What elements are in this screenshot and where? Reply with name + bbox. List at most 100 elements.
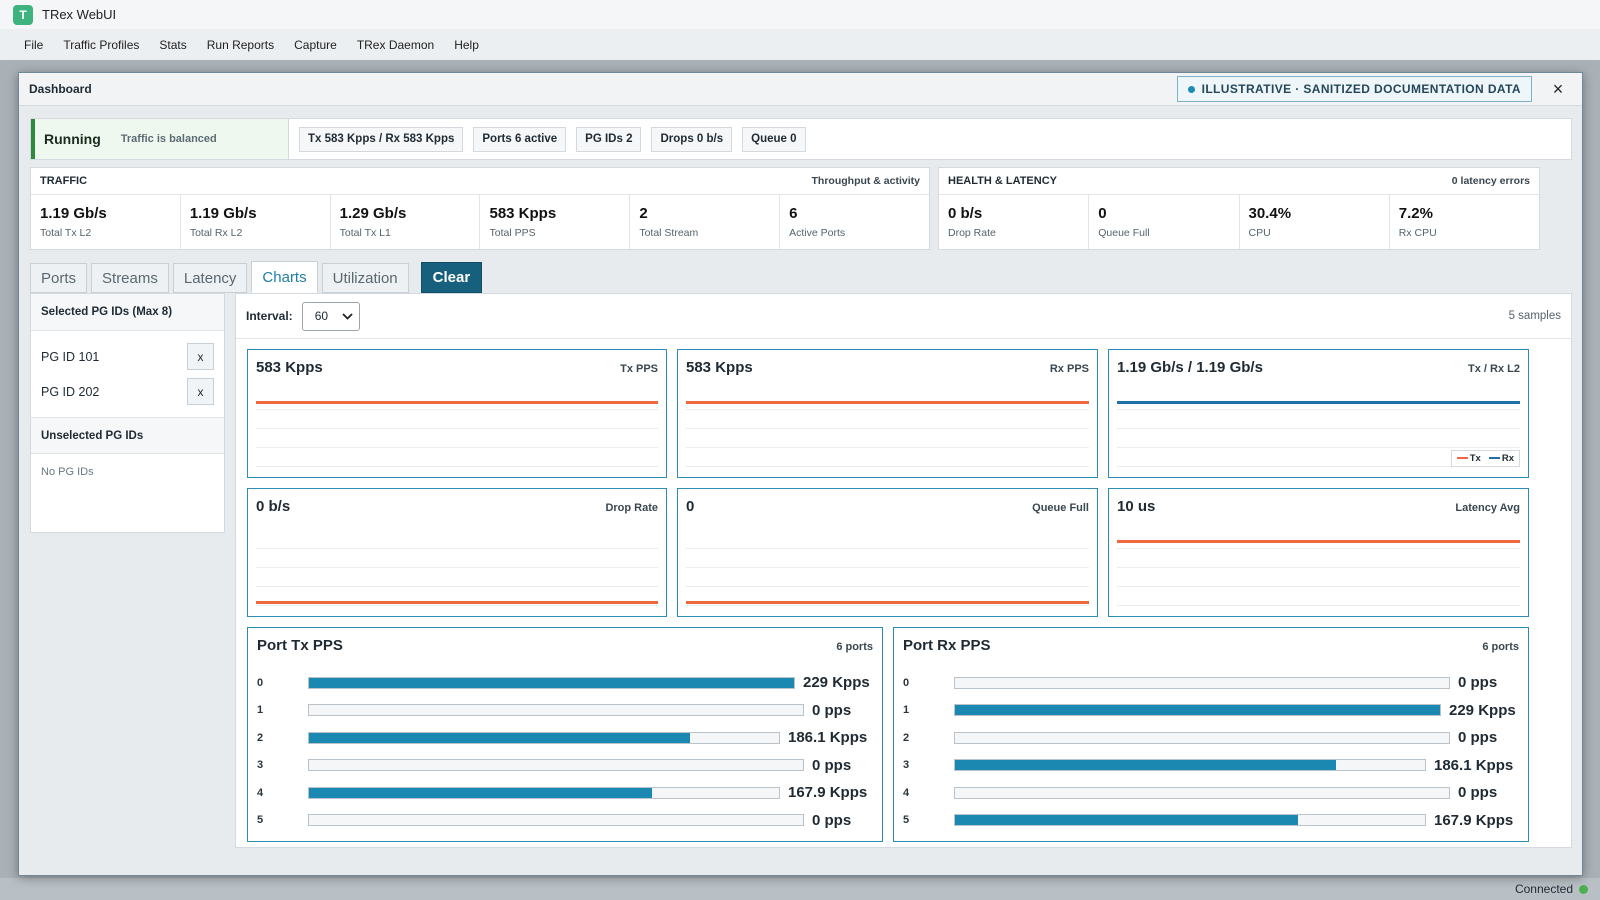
- metric-label: Queue Full: [1098, 227, 1150, 239]
- remove-pgid-button[interactable]: x: [187, 343, 214, 370]
- port-bar-track: [954, 704, 1441, 717]
- gridline: [1117, 447, 1520, 448]
- metric-total-rx-l2: 1.19 Gb/s Total Rx L2: [181, 195, 331, 249]
- metric-cpu: 30.4% CPU: [1240, 195, 1390, 249]
- pgid-label: PG ID 202: [41, 384, 100, 399]
- gridline: [256, 428, 658, 429]
- port-bar-row: 1 229 Kpps: [903, 697, 1519, 725]
- chart-legend: Tx Rx: [1450, 450, 1520, 467]
- close-icon[interactable]: ×: [1544, 76, 1572, 102]
- port-bar-track: [954, 676, 1450, 689]
- port-index: 0: [903, 676, 910, 689]
- port-bar-value: 186.1 Kpps: [788, 729, 868, 747]
- port-bar-row: 3 186.1 Kpps: [903, 752, 1519, 780]
- port-bar-row: 2 0 pps: [903, 724, 1519, 752]
- menu-traffic-profiles[interactable]: Traffic Profiles: [53, 38, 149, 52]
- dialog-title: Dashboard: [29, 82, 92, 96]
- mini-chart-plot: [686, 536, 1089, 614]
- gridline: [686, 466, 1089, 467]
- mini-chart-card: 583 Kpps Rx PPS: [677, 349, 1098, 478]
- summary-pill-ports: Ports 6 active: [473, 126, 567, 152]
- metric-value: 7.2%: [1398, 205, 1433, 222]
- remove-pgid-button[interactable]: x: [187, 378, 214, 405]
- mini-chart-card: 1.19 Gb/s / 1.19 Gb/s Tx / Rx L2 Tx Rx: [1108, 349, 1529, 478]
- gridline: [256, 586, 658, 587]
- metric-value: 0 b/s: [948, 205, 983, 222]
- port-tx-title: Port Tx PPS: [257, 637, 343, 654]
- app-title: TRex WebUI: [42, 7, 117, 22]
- gridline: [256, 466, 658, 467]
- port-rx-subtitle: 6 ports: [1482, 641, 1519, 653]
- port-bar-row: 1 0 pps: [257, 697, 873, 725]
- summary-pill-queue: Queue 0: [742, 126, 806, 152]
- metric-value: 1.19 Gb/s: [40, 205, 107, 222]
- port-index: 5: [903, 814, 910, 827]
- gridline: [1117, 567, 1520, 568]
- legend-label: Tx: [1469, 453, 1481, 464]
- port-bar-value: 167.9 Kpps: [788, 784, 868, 802]
- metric-label: Total PPS: [489, 227, 536, 239]
- series-line: [1117, 540, 1520, 543]
- metric-rx-cpu: 7.2% Rx CPU: [1390, 195, 1539, 249]
- tab-latency[interactable]: Latency: [172, 263, 248, 293]
- series-line: [256, 601, 658, 604]
- metric-label: Rx CPU: [1398, 227, 1437, 239]
- interval-select[interactable]: 60: [301, 301, 360, 331]
- tab-charts[interactable]: Charts: [251, 261, 318, 293]
- port-tx-header: Port Tx PPS 6 ports: [248, 628, 882, 654]
- tab-utilization[interactable]: Utilization: [321, 263, 409, 293]
- dashboard-dialog: Dashboard ILLUSTRATIVE · SANITIZED DOCUM…: [18, 72, 1583, 876]
- gridline: [686, 586, 1089, 587]
- metric-label: Total Tx L1: [339, 227, 391, 239]
- gridline: [1117, 548, 1520, 549]
- menu-help[interactable]: Help: [444, 38, 489, 52]
- mini-chart-value: 0 b/s: [256, 498, 291, 515]
- metric-label: Total Tx L2: [40, 227, 92, 239]
- status-bar: Connected: [0, 878, 1600, 900]
- port-bar-value: 0 pps: [812, 811, 852, 829]
- summary-pill-drops: Drops 0 b/s: [651, 126, 733, 152]
- port-tx-pps-chart: Port Tx PPS 6 ports 0 229 Kpps 1 0 pps 2 186.…: [247, 627, 883, 842]
- legend-swatch: [1488, 457, 1500, 460]
- gridline: [256, 409, 658, 410]
- port-bar-track: [308, 786, 780, 799]
- menu-capture[interactable]: Capture: [284, 38, 347, 52]
- gridline: [686, 567, 1089, 568]
- metric-total-tx-l2: 1.19 Gb/s Total Tx L2: [31, 195, 181, 249]
- clear-button[interactable]: Clear: [420, 262, 483, 293]
- metric-label: Total Stream: [639, 227, 699, 239]
- port-rx-title: Port Rx PPS: [903, 637, 991, 654]
- gridline: [256, 605, 658, 606]
- tab-ports[interactable]: Ports: [30, 263, 88, 293]
- app-logo: T: [13, 4, 33, 25]
- app-titlebar: T TRex WebUI: [0, 0, 1600, 29]
- mini-chart-value: 0: [686, 498, 695, 515]
- tab-streams[interactable]: Streams: [91, 263, 169, 293]
- series-line: [1117, 401, 1520, 404]
- metric-label: Total Rx L2: [189, 227, 243, 239]
- legend-item: Rx: [1488, 453, 1514, 464]
- health-panel: HEALTH & LATENCY 0 latency errors 0 b/s D…: [938, 167, 1540, 250]
- mini-chart-plot: [256, 536, 658, 614]
- mini-chart-card: 0 b/s Drop Rate: [247, 488, 667, 617]
- gridline: [256, 567, 658, 568]
- menu-run-reports[interactable]: Run Reports: [197, 38, 284, 52]
- health-panel-subtitle: 0 latency errors: [1451, 175, 1530, 187]
- port-bar-row: 4 0 pps: [903, 779, 1519, 807]
- charts-pane: Interval: 60 5 samples 583 Kpps Tx PPS 583…: [235, 293, 1572, 848]
- port-bar-track: [308, 814, 804, 827]
- port-bar-value: 0 pps: [812, 701, 852, 719]
- menu-stats[interactable]: Stats: [149, 38, 196, 52]
- metric-value: 0: [1098, 205, 1107, 222]
- legend-swatch: [1456, 457, 1468, 460]
- gridline: [1117, 428, 1520, 429]
- charts-toolbar: Interval: 60 5 samples: [236, 294, 1571, 339]
- interval-value: 60: [314, 309, 329, 323]
- menu-file[interactable]: File: [14, 38, 53, 52]
- menu-trex-daemon[interactable]: TRex Daemon: [347, 38, 444, 52]
- mini-chart-header: 0 b/s Drop Rate: [248, 489, 666, 515]
- metric-label: Drop Rate: [948, 227, 996, 239]
- port-bar-row: 3 0 pps: [257, 752, 873, 780]
- port-bar: [955, 815, 1299, 826]
- metric-value: 1.29 Gb/s: [339, 205, 407, 222]
